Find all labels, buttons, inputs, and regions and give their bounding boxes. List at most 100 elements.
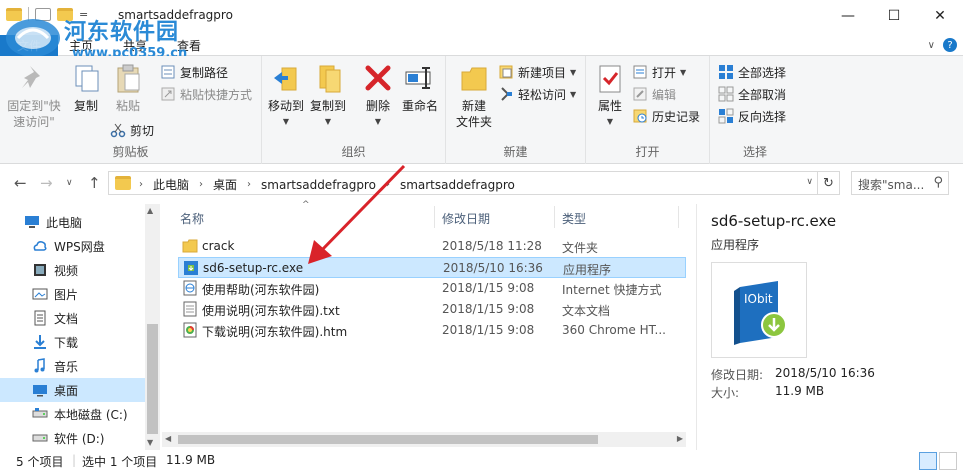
paste-shortcut-button[interactable]: 粘贴快捷方式	[160, 84, 252, 104]
breadcrumb-item-desktop[interactable]: 桌面	[213, 176, 237, 193]
nav-item-label: 本地磁盘 (C:)	[54, 407, 128, 422]
copy-button[interactable]: 复制	[68, 62, 104, 114]
cut-button[interactable]: 剪切	[110, 120, 154, 140]
nav-item-drive-c[interactable]: 本地磁盘 (C:)	[0, 402, 145, 426]
file-date: 2018/5/10 16:36	[443, 261, 543, 275]
view-switcher	[919, 452, 957, 470]
nav-item-videos[interactable]: 视频	[0, 258, 145, 282]
chevron-right-icon[interactable]: ›	[139, 179, 143, 190]
cloud-icon	[32, 238, 48, 254]
copy-label: 复制	[73, 99, 98, 113]
column-header-type[interactable]: 类型	[562, 204, 672, 230]
table-row[interactable]: 使用说明(河东软件园).txt 2018/1/15 9:08 文本文档	[178, 299, 686, 320]
properties-button[interactable]: 属性 ▼	[592, 62, 628, 130]
select-group: 全部选择 全部取消 反向选择 选择	[710, 56, 800, 164]
navigation-bar: ← → ∨ ↑ › 此电脑 › 桌面 › smartsaddefragpro ›…	[0, 168, 963, 198]
scroll-left-icon[interactable]: ◀	[165, 434, 171, 443]
refresh-icon[interactable]: ↻	[817, 172, 839, 194]
easy-access-button[interactable]: 轻松访问 ▼	[498, 84, 576, 104]
edit-button[interactable]: 编辑	[632, 84, 676, 104]
copy-to-icon	[312, 62, 344, 94]
horizontal-scrollbar[interactable]: ◀ ▶	[162, 432, 686, 447]
search-placeholder: 搜索"sma...	[858, 178, 925, 192]
large-icons-view-icon[interactable]	[939, 452, 957, 470]
scrollbar-thumb[interactable]	[178, 435, 598, 444]
chevron-right-icon[interactable]: ›	[247, 179, 251, 190]
details-view-icon[interactable]	[919, 452, 937, 470]
select-none-button[interactable]: 全部取消	[718, 84, 786, 104]
scroll-right-icon[interactable]: ▶	[677, 434, 683, 443]
open-group-label: 打开	[635, 145, 660, 159]
music-icon	[32, 358, 48, 374]
scroll-up-icon[interactable]: ▲	[147, 206, 153, 215]
file-list: 名称 ^ 修改日期 类型 crack 2018/5/18 11:28 文件夹 s…	[170, 200, 686, 450]
move-to-button[interactable]: 移动到 ▼	[266, 62, 306, 130]
column-separator[interactable]	[554, 206, 555, 228]
rename-button[interactable]: 重命名	[400, 62, 440, 114]
select-all-button[interactable]: 全部选择	[718, 62, 786, 82]
recent-locations-icon[interactable]: ∨	[66, 178, 73, 188]
invert-selection-button[interactable]: 反向选择	[718, 106, 786, 126]
pin-quick-access-label: 固定到"快速访问"	[7, 99, 61, 129]
open-button[interactable]: 打开 ▼	[632, 62, 686, 82]
nav-item-music[interactable]: 音乐	[0, 354, 145, 378]
nav-item-label: WPS网盘	[54, 239, 105, 254]
column-header-date[interactable]: 修改日期	[442, 204, 552, 230]
iobit-installer-icon: IObit	[734, 281, 787, 345]
up-arrow-icon[interactable]: ↑	[88, 174, 101, 192]
nav-item-wps-cloud[interactable]: WPS网盘	[0, 234, 145, 258]
column-separator[interactable]	[434, 206, 435, 228]
address-bar[interactable]: › 此电脑 › 桌面 › smartsaddefragpro › smartsa…	[108, 171, 840, 195]
paste-shortcut-label: 粘贴快捷方式	[180, 87, 253, 102]
details-modified-label: 修改日期:	[711, 368, 764, 382]
table-row[interactable]: sd6-setup-rc.exe 2018/5/10 16:36 应用程序	[178, 257, 686, 278]
breadcrumb-item-this-pc[interactable]: 此电脑	[153, 176, 189, 193]
help-icon[interactable]: ?	[943, 38, 957, 52]
table-row[interactable]: 使用帮助(河东软件园) 2018/1/15 9:08 Internet 快捷方式	[178, 278, 686, 299]
nav-item-pictures[interactable]: 图片	[0, 282, 145, 306]
scrollbar-thumb[interactable]	[147, 324, 158, 434]
history-label: 历史记录	[652, 109, 701, 124]
thumbnail-brand: IObit	[744, 292, 773, 306]
copy-path-button[interactable]: 复制路径	[160, 62, 228, 82]
nav-item-desktop[interactable]: 桌面	[0, 378, 145, 402]
clipboard-group: 固定到"快速访问" 复制 粘贴 复制路径 粘贴快捷方式 剪切 剪贴板	[0, 56, 262, 164]
search-input[interactable]: 搜索"sma... ⚲	[851, 171, 949, 195]
organize-group: 移动到 ▼ 复制到 ▼ 删除 ▼ 重命名 组织	[262, 56, 446, 164]
scroll-down-icon[interactable]: ▼	[147, 438, 153, 447]
pin-quick-access-button[interactable]: 固定到"快速访问"	[4, 62, 64, 130]
table-row[interactable]: 下载说明(河东软件园).htm 2018/1/15 9:08 360 Chrom…	[178, 320, 686, 341]
status-divider: |	[72, 453, 77, 467]
minimize-button[interactable]: —	[825, 0, 871, 32]
nav-item-downloads[interactable]: 下载	[0, 330, 145, 354]
internet-shortcut-icon	[182, 280, 198, 296]
address-dropdown-icon[interactable]: ∨	[806, 177, 813, 187]
new-item-icon	[498, 64, 514, 80]
installer-icon	[183, 260, 199, 276]
copy-path-label: 复制路径	[180, 65, 229, 80]
new-item-button[interactable]: 新建项目 ▼	[498, 62, 576, 82]
paste-button[interactable]: 粘贴	[108, 62, 148, 114]
copy-path-icon	[160, 64, 176, 80]
back-arrow-icon[interactable]: ←	[14, 174, 27, 192]
column-separator[interactable]	[678, 206, 679, 228]
details-file-type: 应用程序	[711, 238, 760, 252]
new-folder-button[interactable]: 新建 文件夹	[452, 62, 496, 130]
nav-item-drive-d[interactable]: 软件 (D:)	[0, 426, 145, 450]
navigation-pane-scrollbar[interactable]: ▲ ▼	[145, 204, 160, 450]
copy-to-button[interactable]: 复制到 ▼	[308, 62, 348, 130]
nav-item-label: 软件 (D:)	[54, 431, 105, 446]
nav-item-documents[interactable]: 文档	[0, 306, 145, 330]
maximize-button[interactable]: ☐	[871, 0, 917, 32]
forward-arrow-icon[interactable]: →	[40, 174, 53, 192]
delete-button[interactable]: 删除 ▼	[362, 62, 394, 130]
close-button[interactable]: ✕	[917, 0, 963, 32]
file-name: 使用说明(河东软件园).txt	[202, 304, 340, 318]
history-button[interactable]: 历史记录	[632, 106, 700, 126]
table-row[interactable]: crack 2018/5/18 11:28 文件夹	[178, 236, 686, 257]
collapse-ribbon-icon[interactable]: ∨	[928, 40, 935, 51]
new-folder-icon	[458, 62, 490, 94]
window-controls: — ☐ ✕	[825, 0, 963, 32]
chevron-right-icon[interactable]: ›	[199, 179, 203, 190]
nav-item-this-pc[interactable]: 此电脑	[0, 210, 145, 234]
